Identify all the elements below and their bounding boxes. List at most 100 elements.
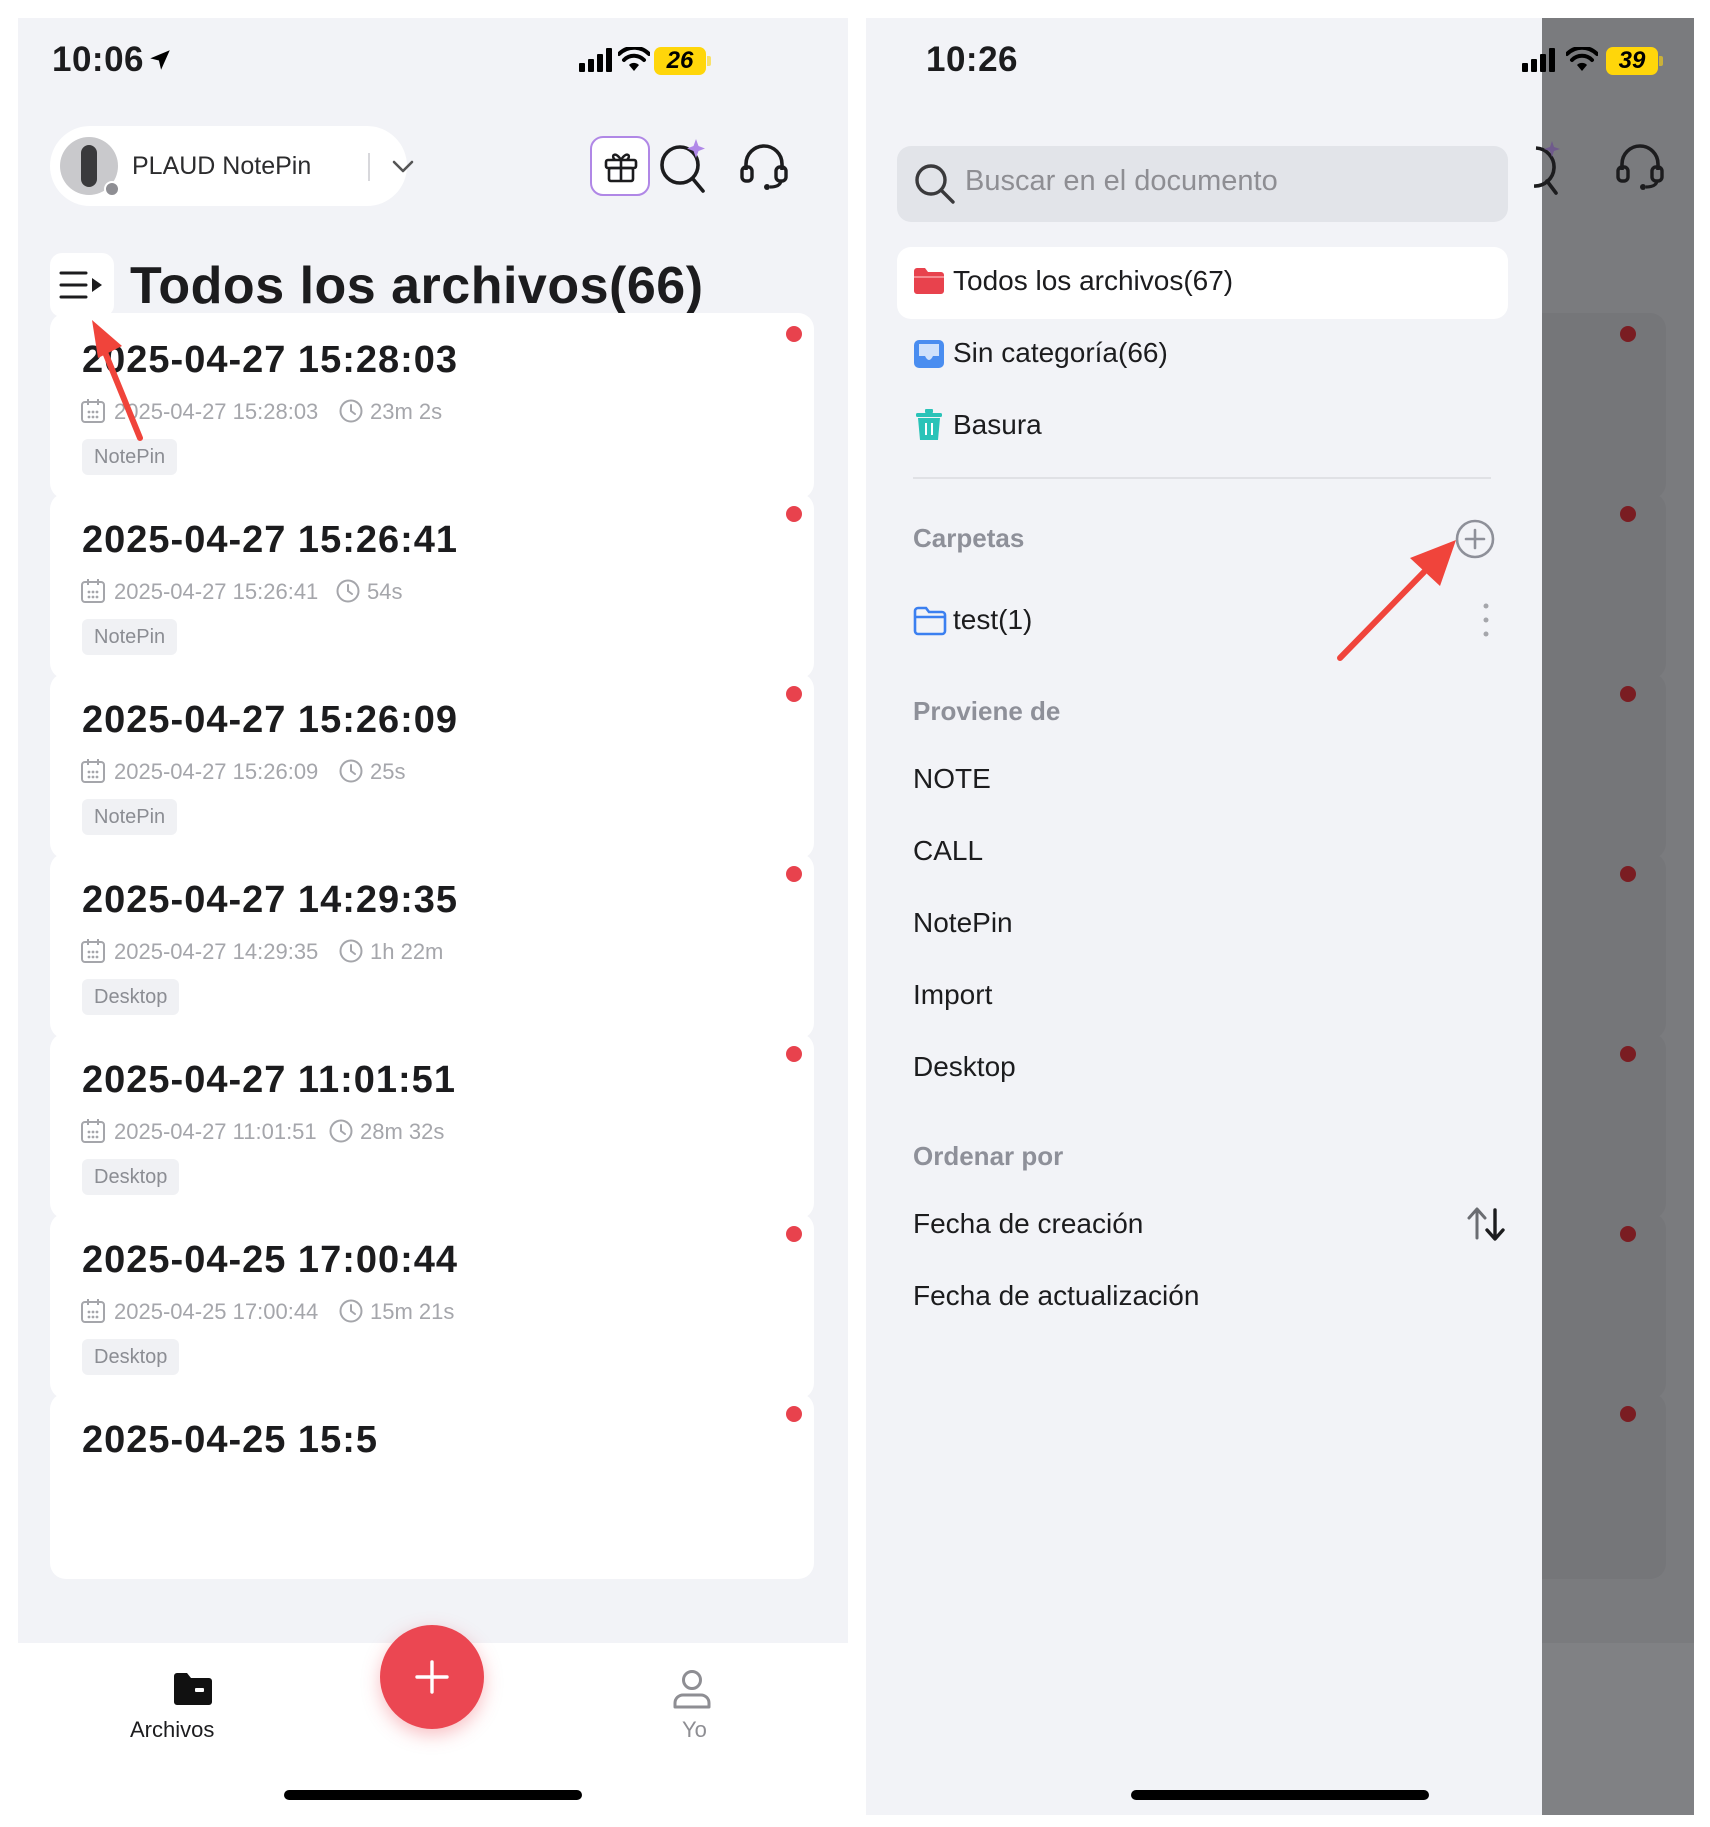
file-title: 2025-04-27 11:01:51 — [82, 1059, 456, 1101]
folder-red-icon — [914, 268, 944, 294]
device-selector[interactable]: PLAUD NotePin — [50, 126, 414, 206]
wifi-icon — [1566, 47, 1598, 71]
nav-all-files[interactable]: Todos los archivos(67) — [897, 247, 1508, 319]
source-tag: Desktop — [82, 1159, 180, 1195]
file-card[interactable]: 2025-04-25 17:00:44 2025-04-25 17:00:44 … — [50, 1213, 814, 1399]
dimmed-unread-dot — [1620, 1226, 1636, 1242]
clock-icon — [329, 1119, 353, 1143]
file-duration: 15m 21s — [370, 1299, 455, 1324]
unread-dot — [786, 1406, 802, 1422]
file-title: 2025-04-27 15:26:41 — [82, 519, 459, 561]
unread-dot — [786, 866, 802, 882]
battery-nub — [1659, 56, 1663, 66]
dimmed-file-card — [1542, 673, 1666, 859]
search-input[interactable]: Buscar en el documento — [965, 165, 1278, 198]
dimmed-unread-dot — [1620, 326, 1636, 342]
annotation-arrow-icon — [1337, 540, 1456, 661]
file-date: 2025-04-27 14:29:35 — [114, 939, 319, 964]
document-search[interactable]: Buscar en el documento — [897, 146, 1508, 222]
file-card[interactable]: 2025-04-27 14:29:35 2025-04-27 14:29:35 … — [50, 853, 814, 1039]
source-item-note[interactable]: NOTE — [913, 763, 991, 795]
source-tag: NotePin — [82, 619, 178, 655]
calendar-icon — [81, 579, 105, 603]
dimmed-tab-bar — [1542, 1643, 1694, 1815]
unread-dot — [786, 506, 802, 522]
source-tag: Desktop — [82, 1339, 180, 1375]
sort-updated-date[interactable]: Fecha de actualización — [913, 1280, 1199, 1312]
add-recording-button[interactable] — [380, 1625, 484, 1729]
file-title: 2025-04-27 14:29:35 — [82, 879, 459, 921]
chevron-down-icon[interactable] — [390, 154, 416, 178]
calendar-icon — [81, 759, 105, 783]
file-card[interactable]: 2025-04-25 15:5 — [50, 1393, 814, 1579]
file-title: 2025-04-25 15:5 — [82, 1419, 378, 1461]
sidebar-screen: 10:26 39 Buscar en el documento Todos lo… — [866, 18, 1694, 1815]
search-icon — [915, 164, 955, 204]
cellular-signal-icon — [579, 48, 612, 72]
source-item-desktop[interactable]: Desktop — [913, 1051, 1016, 1083]
inbox-icon — [914, 340, 944, 368]
folder-outline-icon — [913, 606, 947, 636]
calendar-icon — [81, 1119, 105, 1143]
dimmed-unread-dot — [1620, 686, 1636, 702]
file-duration: 28m 32s — [360, 1119, 445, 1144]
support-headset-icon[interactable] — [738, 140, 790, 192]
trash-icon — [916, 409, 942, 440]
dimmed-file-card — [1542, 1393, 1666, 1579]
cellular-signal-icon — [1522, 48, 1555, 72]
file-date: 2025-04-27 15:26:41 — [114, 579, 319, 604]
nav-all-files-label: Todos los archivos(67) — [953, 265, 1234, 296]
sort-order-icon[interactable] — [1466, 1206, 1506, 1242]
clock-icon — [339, 759, 363, 783]
unread-dot — [786, 686, 802, 702]
gift-button[interactable] — [590, 136, 650, 196]
dimmed-file-card — [1542, 1033, 1666, 1219]
device-avatar — [60, 137, 120, 197]
tab-me-label[interactable]: Yo — [682, 1717, 707, 1743]
status-time: 10:26 — [926, 40, 1019, 79]
nav-uncategorized-label: Sin categoría(66) — [953, 337, 1168, 368]
page-title: Todos los archivos(66) — [130, 257, 704, 315]
annotation-arrow-icon — [92, 320, 143, 441]
unread-dot — [786, 1046, 802, 1062]
folder-filled-icon — [174, 1673, 212, 1705]
source-tag: NotePin — [82, 799, 178, 835]
sidebar-toggle-button[interactable] — [50, 253, 114, 317]
status-time: 10:06 — [52, 40, 145, 79]
location-arrow-icon — [150, 50, 170, 70]
add-folder-plus-icon[interactable] — [1454, 518, 1496, 560]
nav-trash-label: Basura — [953, 409, 1042, 440]
source-heading: Proviene de — [913, 696, 1061, 726]
sort-created-date[interactable]: Fecha de creación — [913, 1208, 1143, 1240]
tab-files-label[interactable]: Archivos — [130, 1717, 214, 1743]
clock-icon — [339, 1299, 363, 1323]
dimmed-search-icon — [1534, 141, 1560, 195]
nav-trash[interactable]: Basura — [897, 391, 1508, 463]
dimmed-unread-dot — [1620, 1046, 1636, 1062]
file-card[interactable]: 2025-04-27 15:26:09 2025-04-27 15:26:09 … — [50, 673, 814, 859]
file-duration: 23m 2s — [370, 399, 443, 424]
profile-icon[interactable] — [670, 1667, 714, 1711]
file-duration: 1h 22m — [370, 939, 444, 964]
dimmed-file-card — [1542, 853, 1666, 1039]
file-duration: 25s — [370, 759, 406, 784]
calendar-icon — [81, 939, 105, 963]
home-indicator — [284, 1790, 582, 1800]
source-item-import[interactable]: Import — [913, 979, 992, 1011]
source-item-call[interactable]: CALL — [913, 835, 983, 867]
file-card[interactable]: 2025-04-27 15:26:41 2025-04-27 15:26:41 … — [50, 493, 814, 679]
file-card[interactable]: 2025-04-27 11:01:51 2025-04-27 11:01:51 … — [50, 1033, 814, 1219]
divider — [913, 477, 1491, 479]
device-image — [81, 145, 97, 187]
more-vertical-icon[interactable] — [1481, 600, 1491, 640]
wifi-icon — [618, 47, 650, 71]
ai-search-icon[interactable] — [658, 136, 718, 198]
clock-icon — [336, 579, 360, 603]
connection-status-dot — [104, 181, 120, 197]
files-screen: 10:06 26 PLAUD NotePin Todos los archivo… — [18, 18, 848, 1815]
unread-dot — [786, 1226, 802, 1242]
nav-uncategorized[interactable]: Sin categoría(66) — [897, 319, 1508, 391]
file-title: 2025-04-25 17:00:44 — [82, 1239, 459, 1281]
menu-expand-icon — [59, 271, 102, 299]
source-item-notepin[interactable]: NotePin — [913, 907, 1013, 939]
